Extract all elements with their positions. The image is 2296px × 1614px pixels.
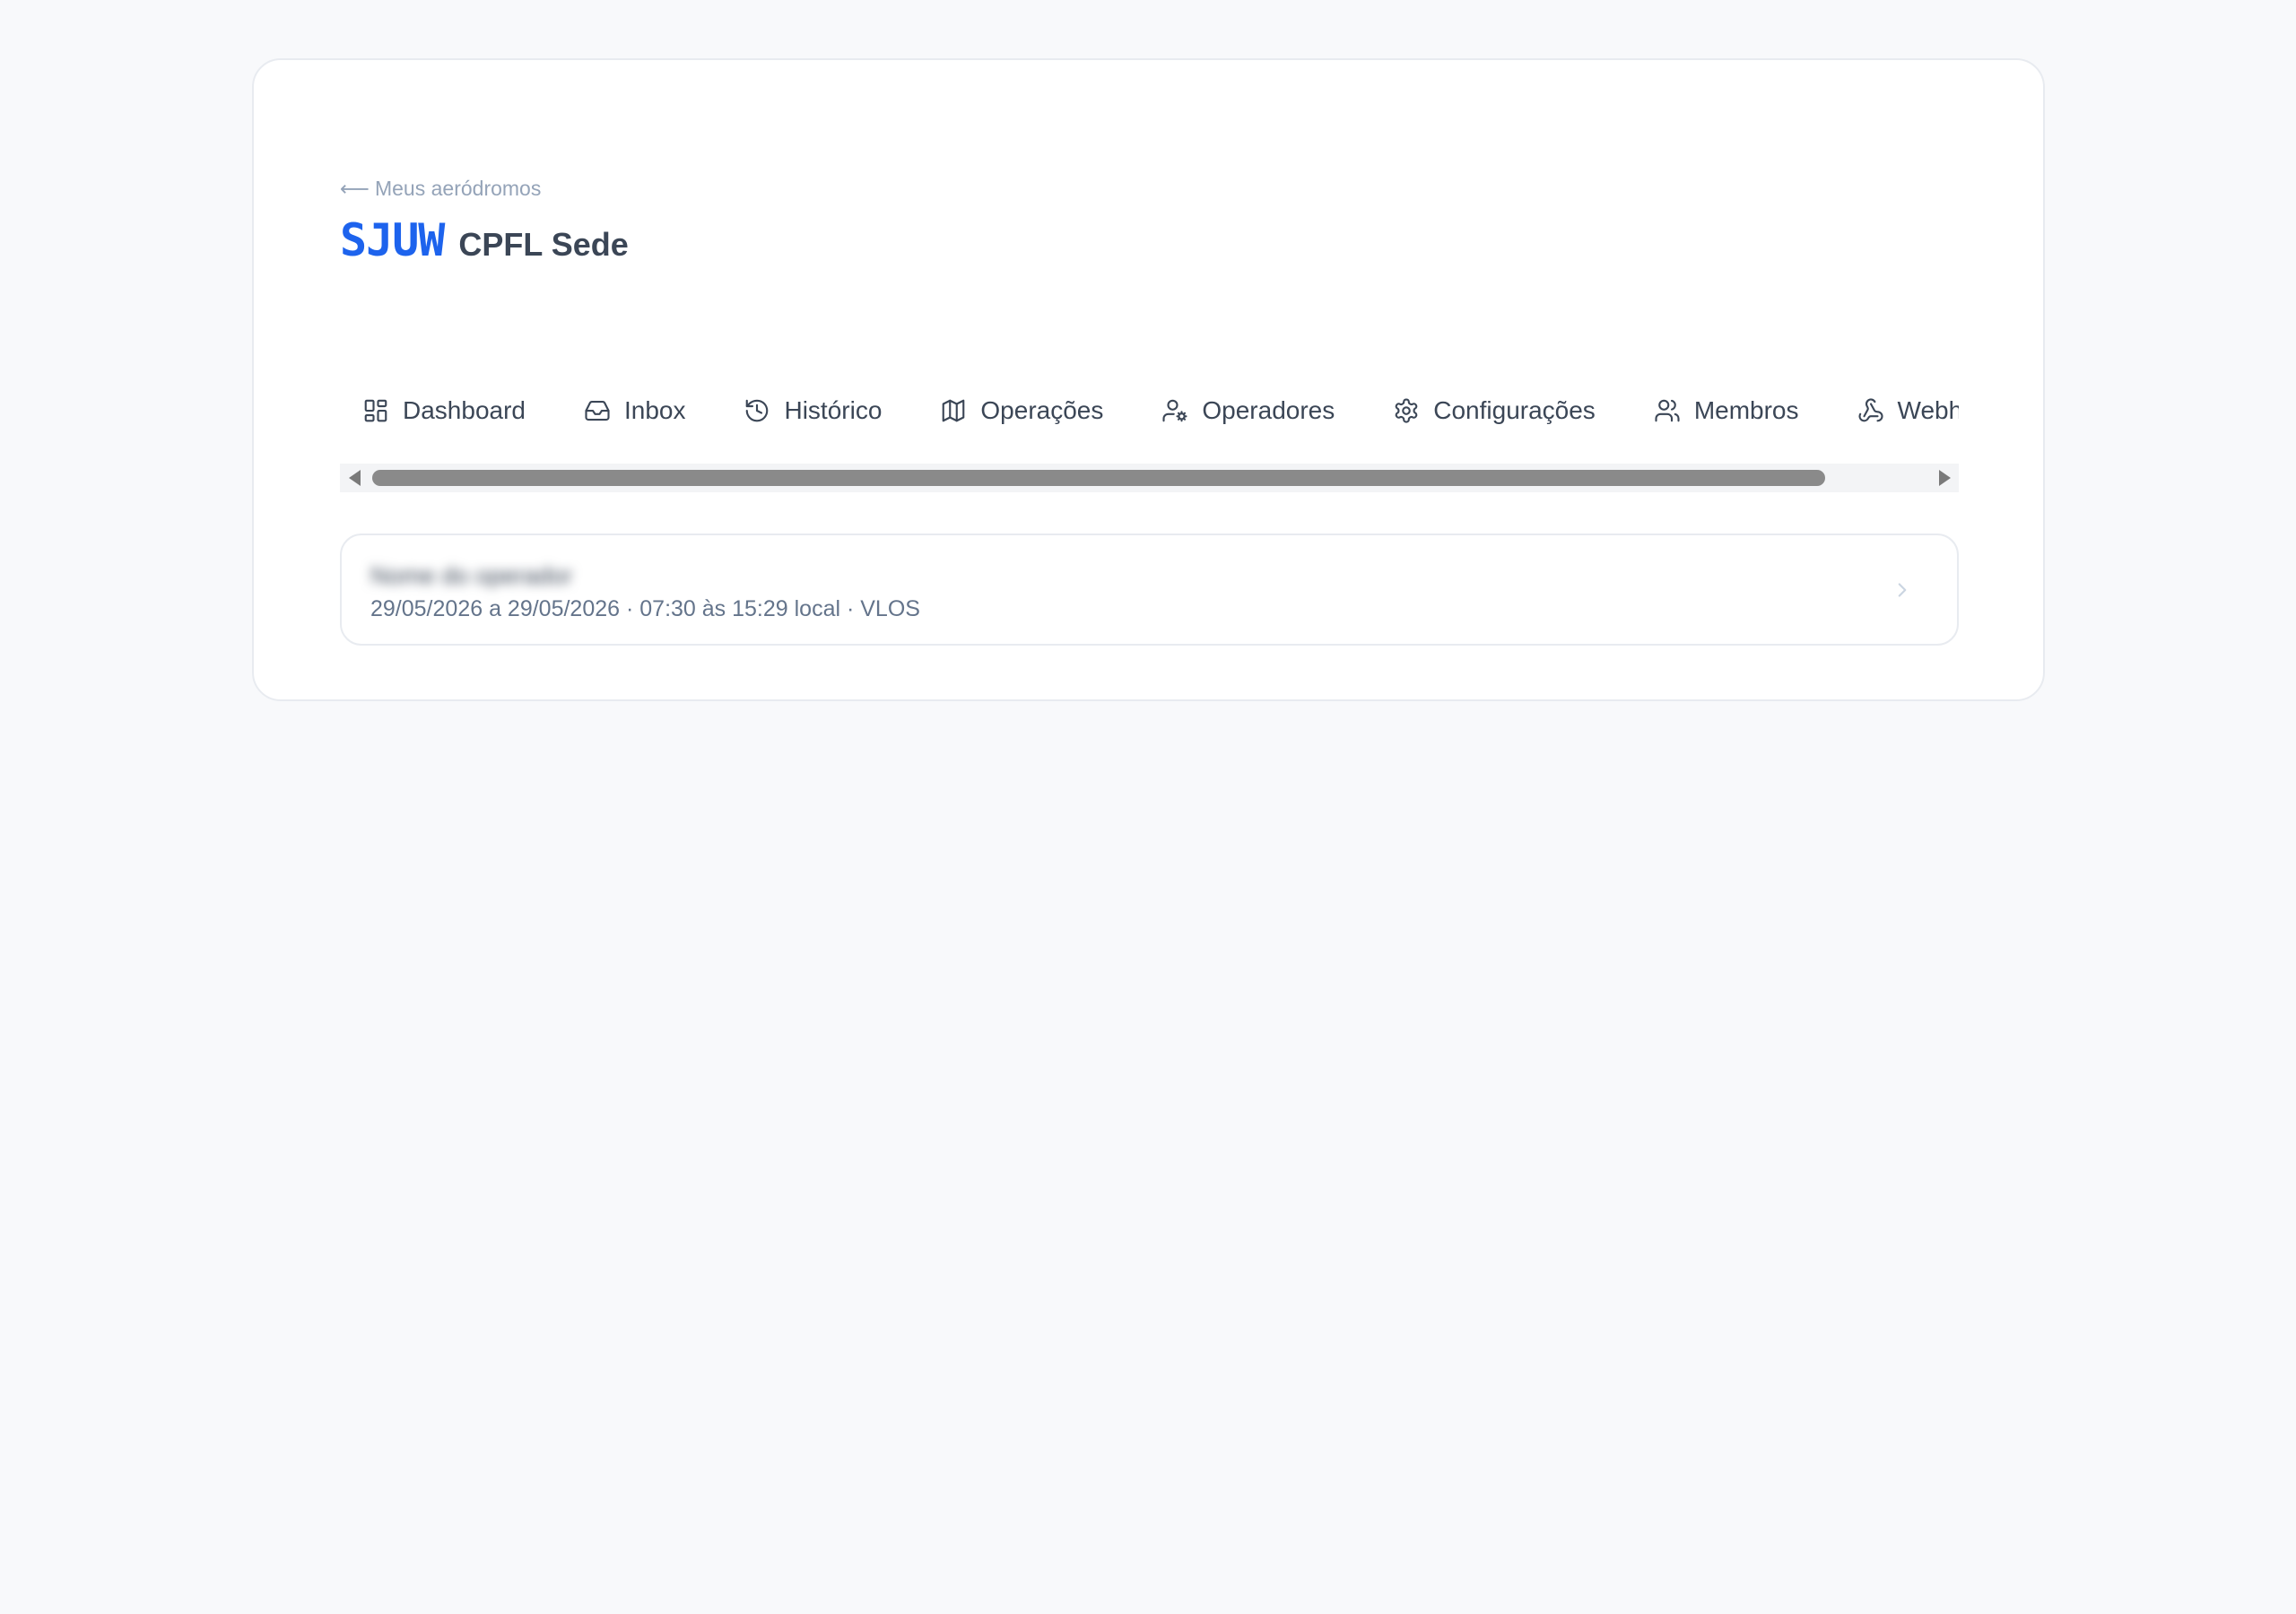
tab-label: Operadores bbox=[1202, 396, 1335, 424]
aerodrome-name: CPFL Sede bbox=[458, 226, 629, 263]
tab-label: Membros bbox=[1693, 396, 1799, 424]
history-icon bbox=[743, 396, 771, 425]
back-link[interactable]: ⟵ Meus aeródromos bbox=[340, 177, 541, 201]
tab-bar: Dashboard Inbox Histórico Operações Oper… bbox=[340, 378, 1959, 443]
arrow-left-icon bbox=[348, 470, 361, 486]
operation-list-item[interactable]: Nome do operador 29/05/2026 a 29/05/2026… bbox=[340, 534, 1959, 646]
tabs-scroll-container[interactable]: Dashboard Inbox Histórico Operações Oper… bbox=[340, 378, 1959, 443]
tab-configuracoes[interactable]: Configurações bbox=[1370, 378, 1617, 443]
inbox-icon bbox=[583, 396, 612, 425]
chevron-right-icon bbox=[1891, 578, 1914, 602]
user-gear-icon bbox=[1161, 396, 1189, 425]
tab-label: Histórico bbox=[784, 396, 883, 424]
operation-meta: 29/05/2026 a 29/05/2026 · 07:30 às 15:29… bbox=[370, 596, 920, 621]
users-icon bbox=[1653, 396, 1682, 425]
aerodrome-card: ⟵ Meus aeródromos SJUW CPFL Sede Dashboar… bbox=[252, 58, 2045, 701]
page-title: SJUW CPFL Sede bbox=[340, 214, 629, 266]
tab-label: Dashboard bbox=[403, 396, 526, 424]
aerodrome-code: SJUW bbox=[340, 214, 445, 266]
tab-webhooks[interactable]: Webhooks bbox=[1835, 378, 1959, 443]
gear-icon bbox=[1392, 396, 1421, 425]
arrow-right-icon bbox=[1938, 470, 1951, 486]
tab-inbox[interactable]: Inbox bbox=[561, 378, 708, 443]
scroll-right-button[interactable] bbox=[1930, 464, 1959, 492]
tab-operacoes[interactable]: Operações bbox=[918, 378, 1125, 443]
webhook-icon bbox=[1857, 396, 1885, 425]
horizontal-scrollbar[interactable] bbox=[340, 464, 1959, 492]
scroll-left-button[interactable] bbox=[340, 464, 369, 492]
tab-operadores[interactable]: Operadores bbox=[1139, 378, 1356, 443]
tab-historico[interactable]: Histórico bbox=[721, 378, 903, 443]
back-link-label: Meus aeródromos bbox=[374, 177, 542, 200]
back-arrow-icon: ⟵ bbox=[340, 177, 370, 200]
tab-dashboard[interactable]: Dashboard bbox=[340, 378, 547, 443]
tab-label: Inbox bbox=[623, 396, 686, 424]
operation-title: Nome do operador bbox=[370, 562, 573, 589]
dashboard-icon bbox=[361, 396, 390, 425]
tab-label: Configurações bbox=[1433, 396, 1596, 424]
tab-label: Webhooks bbox=[1897, 396, 1959, 424]
tab-membros[interactable]: Membros bbox=[1631, 378, 1821, 443]
scrollbar-thumb[interactable] bbox=[372, 470, 1825, 486]
map-icon bbox=[939, 396, 968, 425]
tab-label: Operações bbox=[980, 396, 1104, 424]
